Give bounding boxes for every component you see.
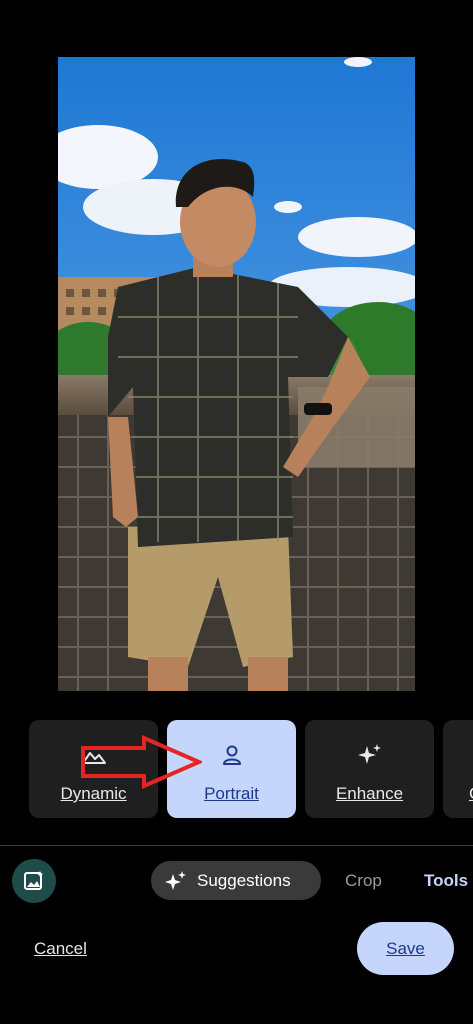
person-icon — [222, 745, 241, 765]
tab-suggestions[interactable]: Suggestions — [151, 861, 321, 900]
effect-dynamic-chip[interactable]: Dynamic — [29, 720, 158, 818]
effect-enhance-label: Enhance — [335, 784, 404, 803]
effect-dynamic-label: Dynamic — [60, 784, 127, 803]
divider — [0, 845, 473, 846]
save-button[interactable]: Save — [357, 922, 454, 975]
effect-portrait-chip[interactable]: Portrait — [167, 720, 296, 818]
effect-next-label: C — [469, 784, 473, 804]
effect-enhance-chip[interactable]: Enhance — [305, 720, 434, 818]
cancel-button[interactable]: Cancel — [34, 939, 87, 959]
image-edit-icon — [24, 871, 43, 890]
photo-preview[interactable] — [58, 57, 415, 691]
landscape-icon — [81, 752, 106, 764]
gallery-button[interactable] — [12, 859, 56, 903]
effect-next-chip[interactable]: C — [443, 720, 473, 818]
effects-row: Dynamic Portrait Enhance C — [0, 720, 473, 818]
save-label: Save — [386, 939, 425, 958]
tab-suggestions-label: Suggestions — [197, 871, 291, 890]
sparkle-icon — [357, 744, 381, 764]
tab-tools[interactable]: Tools — [424, 871, 468, 891]
effect-portrait-label: Portrait — [204, 784, 259, 803]
portrait-photo — [58, 57, 415, 691]
tab-crop[interactable]: Crop — [345, 871, 382, 891]
sparkle-icon — [165, 871, 186, 890]
